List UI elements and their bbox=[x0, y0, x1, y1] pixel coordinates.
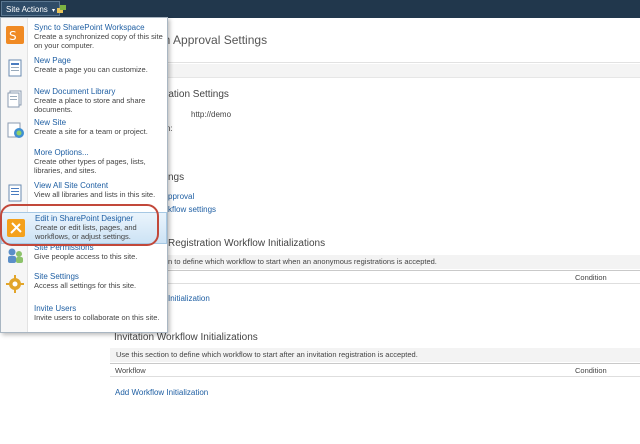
menu-item-more-options[interactable]: More Options... Create other types of pa… bbox=[1, 148, 167, 178]
approval-link[interactable]: pproval bbox=[168, 192, 194, 201]
navigate-up-icon[interactable] bbox=[57, 4, 67, 14]
registration-description: n to define which workflow to start when… bbox=[110, 255, 640, 269]
workflow-settings-link[interactable]: kflow settings bbox=[168, 205, 216, 214]
section-heading-settings: ngs bbox=[168, 172, 185, 183]
workflow-column-header: Workflow bbox=[115, 366, 146, 375]
new-site-icon bbox=[7, 122, 24, 138]
annotation-highlight-ring bbox=[0, 204, 159, 246]
separator-band bbox=[165, 64, 640, 78]
menu-item-description: Create a site for a team or project. bbox=[34, 127, 148, 136]
menu-item-title: Sync to SharePoint Workspace bbox=[34, 23, 145, 32]
registration-table-header: Condition bbox=[110, 270, 640, 284]
condition-column-header: Condition bbox=[575, 366, 607, 375]
menu-item-sync-workspace[interactable]: S Sync to SharePoint Workspace Create a … bbox=[1, 23, 167, 55]
section-heading-invitation-workflow: Invitation Workflow Initializations bbox=[114, 332, 258, 343]
menu-item-title: New Page bbox=[34, 56, 71, 65]
menu-item-title: Site Settings bbox=[34, 272, 79, 281]
settings-gear-icon bbox=[6, 275, 24, 293]
menu-item-new-page[interactable]: New Page Create a page you can customize… bbox=[1, 56, 167, 84]
menu-item-new-site[interactable]: New Site Create a site for a team or pro… bbox=[1, 118, 167, 146]
site-actions-label: Site Actions bbox=[6, 5, 48, 14]
invitation-description: Use this section to define which workflo… bbox=[110, 348, 640, 362]
menu-item-title: View All Site Content bbox=[34, 181, 109, 190]
sharepoint-workspace-icon: S bbox=[6, 26, 24, 44]
permissions-icon bbox=[8, 248, 23, 263]
menu-item-description: Access all settings for this site. bbox=[34, 281, 137, 290]
add-workflow-initialization-link[interactable]: Add Workflow Initialization bbox=[115, 388, 208, 397]
invitation-description-text: Use this section to define which workflo… bbox=[116, 350, 418, 359]
document-library-icon bbox=[7, 90, 22, 108]
menu-item-description: Create a page you can customize. bbox=[34, 65, 148, 74]
menu-item-description: Create other types of pages, lists, libr… bbox=[34, 157, 146, 175]
svg-text:S: S bbox=[9, 29, 17, 43]
menu-item-invite-users[interactable]: Invite Users Invite users to collaborate… bbox=[1, 304, 167, 332]
site-actions-button[interactable]: Site Actions ▾ bbox=[1, 1, 61, 16]
add-registration-initialization-link[interactable]: Initialization bbox=[168, 294, 210, 303]
menu-item-title: New Document Library bbox=[34, 87, 116, 96]
menu-item-description: Invite users to collaborate on this site… bbox=[34, 313, 160, 322]
site-actions-menu: S Sync to SharePoint Workspace Create a … bbox=[0, 17, 168, 333]
menu-item-description: Create a synchronized copy of this site … bbox=[34, 32, 163, 50]
new-page-icon bbox=[8, 59, 22, 77]
menu-item-site-settings[interactable]: Site Settings Access all settings for th… bbox=[1, 272, 167, 296]
menu-item-description: Create a place to store and share docume… bbox=[34, 96, 146, 114]
menu-item-title: More Options... bbox=[34, 148, 89, 157]
top-bar: Site Actions ▾ bbox=[0, 0, 640, 18]
page-title: on Approval Settings bbox=[157, 33, 268, 47]
menu-item-description: Give people access to this site. bbox=[34, 252, 138, 261]
menu-item-title: New Site bbox=[34, 118, 67, 127]
condition-column-header: Condition bbox=[575, 273, 607, 282]
site-url-value: http://demo bbox=[191, 110, 232, 119]
menu-item-description: View all libraries and lists in this sit… bbox=[34, 190, 156, 199]
menu-item-new-document-library[interactable]: New Document Library Create a place to s… bbox=[1, 87, 167, 115]
menu-item-site-permissions[interactable]: Site Permissions Give people access to t… bbox=[1, 243, 167, 265]
registration-description-text: n to define which workflow to start when… bbox=[168, 257, 437, 266]
site-content-icon bbox=[8, 184, 22, 202]
section-heading-registration-workflow: Registration Workflow Initializations bbox=[168, 238, 326, 249]
menu-item-title: Invite Users bbox=[34, 304, 77, 313]
invitation-table-header: Workflow Condition bbox=[110, 363, 640, 377]
